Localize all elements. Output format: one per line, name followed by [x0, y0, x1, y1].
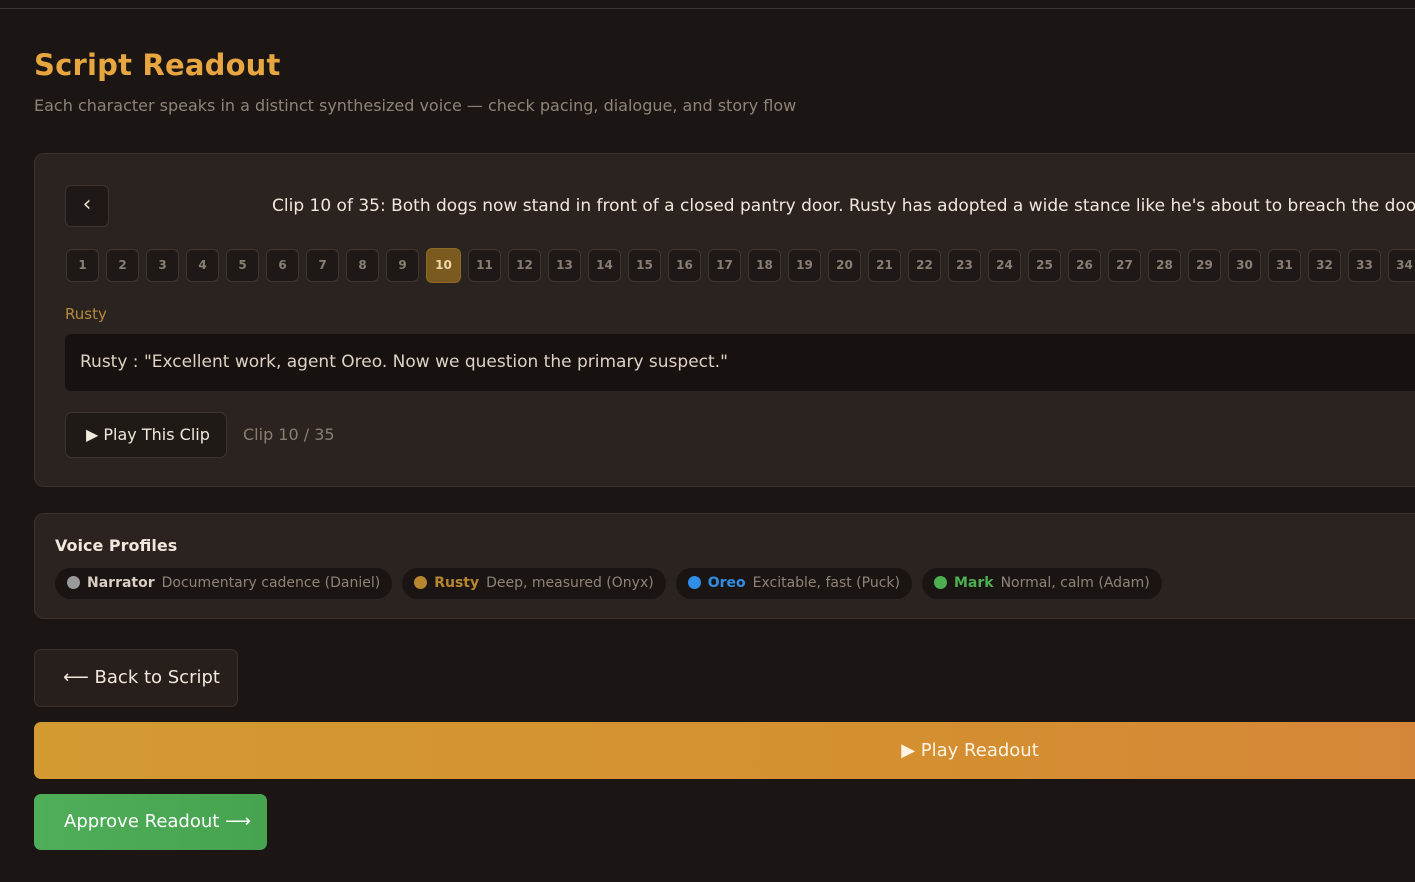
- voice-name: Narrator: [87, 575, 155, 591]
- voice-color-dot: [933, 576, 947, 589]
- clip-counter: Clip 10 / 35: [243, 425, 335, 444]
- clip-number-button[interactable]: 24: [988, 249, 1021, 282]
- clip-number-button[interactable]: 22: [908, 249, 941, 282]
- clip-number-button[interactable]: 8: [346, 249, 379, 282]
- clip-number-button[interactable]: 23: [948, 249, 981, 282]
- clip-number-button[interactable]: 14: [588, 249, 621, 282]
- clip-number-button[interactable]: 31: [1268, 249, 1301, 282]
- clip-number-button[interactable]: 13: [548, 249, 581, 282]
- play-icon: ▶: [86, 425, 99, 444]
- approve-readout-label: Approve Readout: [64, 811, 220, 832]
- clip-number-button[interactable]: 18: [748, 249, 781, 282]
- clip-number-button[interactable]: 19: [788, 249, 821, 282]
- back-to-script-button[interactable]: ⟵ Back to Script: [34, 649, 238, 707]
- page-title: Script Readout: [34, 48, 281, 82]
- clip-number-button[interactable]: 3: [146, 249, 179, 282]
- clip-number-button[interactable]: 5: [226, 249, 259, 282]
- clip-number-button[interactable]: 29: [1188, 249, 1221, 282]
- voice-description: Deep, measured (Onyx): [486, 575, 654, 591]
- clip-number-button[interactable]: 25: [1028, 249, 1061, 282]
- voice-profiles-title: Voice Profiles: [55, 536, 178, 555]
- voice-description: Normal, calm (Adam): [1000, 575, 1150, 591]
- clip-number-button[interactable]: 7: [306, 249, 339, 282]
- clip-number-button[interactable]: 32: [1308, 249, 1341, 282]
- clip-number-button[interactable]: 11: [468, 249, 501, 282]
- voice-name: Oreo: [707, 575, 746, 591]
- voice-color-dot: [414, 576, 428, 589]
- dialogue-line: Rusty : "Excellent work, agent Oreo. Now…: [80, 352, 728, 372]
- voice-description: Excitable, fast (Puck): [752, 575, 900, 591]
- voice-description: Documentary cadence (Daniel): [161, 575, 381, 591]
- voice-name: Mark: [953, 575, 994, 591]
- voice-chip-oreo: Oreo Excitable, fast (Puck): [675, 568, 912, 599]
- arrow-right-icon: ⟶: [225, 811, 251, 832]
- clip-caption: Clip 10 of 35: Both dogs now stand in fr…: [272, 196, 1415, 216]
- clip-number-button[interactable]: 12: [508, 249, 541, 282]
- dialogue-box: Rusty : "Excellent work, agent Oreo. Now…: [65, 334, 1415, 391]
- clip-number-button[interactable]: 28: [1148, 249, 1181, 282]
- clip-number-button[interactable]: 20: [828, 249, 861, 282]
- page-subtitle: Each character speaks in a distinct synt…: [34, 96, 797, 115]
- voice-chip-list: Narrator Documentary cadence (Daniel) Rust…: [55, 568, 1172, 599]
- clip-number-button[interactable]: 16: [668, 249, 701, 282]
- play-icon: ▶: [901, 740, 916, 761]
- clip-number-button[interactable]: 26: [1068, 249, 1101, 282]
- clip-number-button[interactable]: 6: [266, 249, 299, 282]
- clip-number-button[interactable]: 33: [1348, 249, 1381, 282]
- clip-number-button[interactable]: 1: [66, 249, 99, 282]
- speaker-label: Rusty: [65, 305, 107, 323]
- voice-chip-rusty: Rusty Deep, measured (Onyx): [402, 568, 666, 599]
- voice-color-dot: [687, 576, 701, 589]
- arrow-left-icon: ⟵: [63, 667, 89, 688]
- back-to-script-label: Back to Script: [94, 667, 220, 688]
- approve-readout-button[interactable]: Approve Readout ⟶: [34, 794, 267, 850]
- clip-number-button[interactable]: 9: [386, 249, 419, 282]
- play-readout-button[interactable]: ▶ Play Readout: [34, 722, 1415, 779]
- play-readout-label: Play Readout: [920, 740, 1039, 761]
- clip-number-button[interactable]: 4: [186, 249, 219, 282]
- voice-profiles-panel: Voice Profiles Narrator Documentary caden…: [34, 513, 1415, 619]
- clip-number-button[interactable]: 34: [1388, 249, 1415, 282]
- clip-number-button[interactable]: 27: [1108, 249, 1141, 282]
- voice-name: Rusty: [434, 575, 480, 591]
- play-clip-button[interactable]: ▶ Play This Clip: [65, 412, 227, 458]
- clip-number-button[interactable]: 15: [628, 249, 661, 282]
- voice-chip-mark: Mark Normal, calm (Adam): [921, 568, 1162, 599]
- chevron-left-icon: ‹: [82, 192, 92, 217]
- clip-number-button[interactable]: 30: [1228, 249, 1261, 282]
- clip-number-button[interactable]: 21: [868, 249, 901, 282]
- clip-panel: ‹ Clip 10 of 35: Both dogs now stand in …: [34, 153, 1415, 487]
- clip-number-strip: 1 2 3 4 5 6 7 8 9 10 11 12 13 14 15 16 17 18 19 20 21 22 23 24 2…: [66, 248, 1415, 284]
- clip-number-button[interactable]: 17: [708, 249, 741, 282]
- voice-color-dot: [67, 576, 80, 589]
- clip-number-button[interactable]: 2: [106, 249, 139, 282]
- voice-chip-narrator: Narrator Documentary cadence (Daniel): [55, 568, 393, 599]
- play-clip-label: Play This Clip: [103, 425, 210, 444]
- clip-number-button[interactable]: 10: [426, 248, 461, 283]
- top-divider: [0, 8, 1415, 9]
- previous-clip-button[interactable]: ‹: [65, 185, 109, 227]
